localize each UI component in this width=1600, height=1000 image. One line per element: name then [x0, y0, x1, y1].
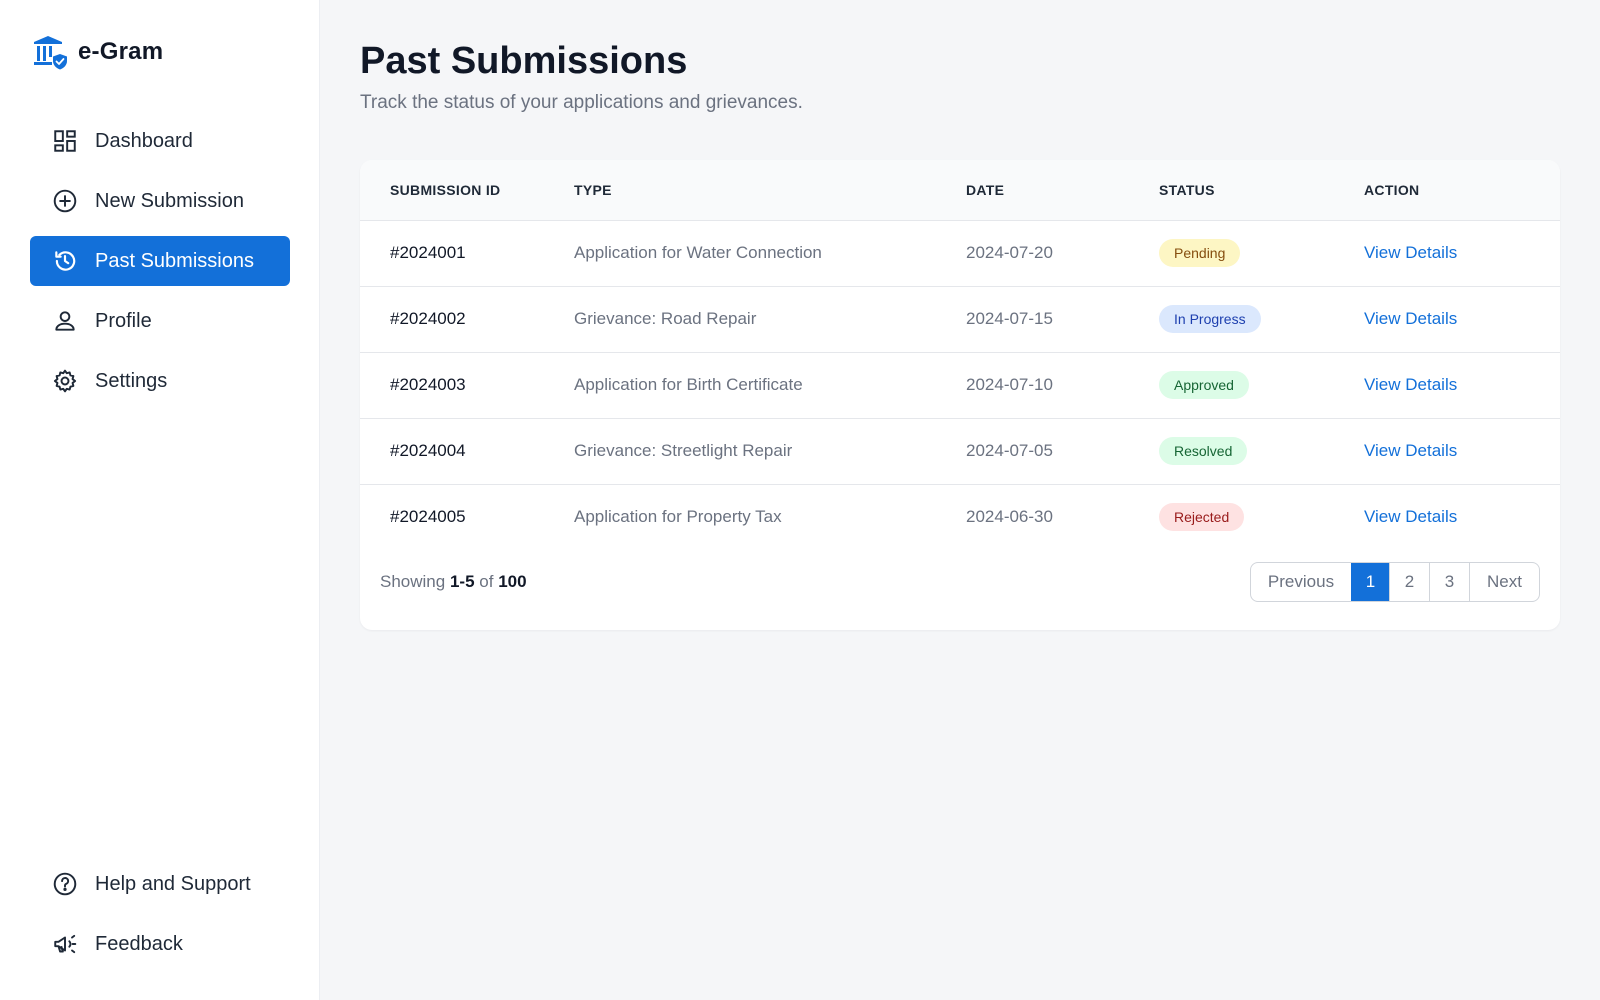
showing-total: 100: [498, 572, 527, 591]
brand[interactable]: e-Gram: [32, 34, 163, 70]
submission-date: 2024-07-20: [966, 243, 1053, 262]
view-details-link[interactable]: View Details: [1364, 441, 1457, 460]
help-circle-icon: [52, 871, 78, 897]
column-header-date: DATE: [966, 181, 1005, 198]
sidebar-item-label: Settings: [95, 369, 168, 392]
dashboard-icon: [52, 128, 78, 154]
submissions-card: SUBMISSION ID TYPE DATE STATUS ACTION #2…: [360, 160, 1560, 630]
status-cell: Pending: [1159, 220, 1364, 286]
sidebar-item-label: Feedback: [95, 932, 183, 955]
pagination: Previous 1 2 3 Next: [1250, 562, 1540, 602]
main-content: Past Submissions Track the status of you…: [320, 0, 1600, 1000]
table-row: #2024003 Application for Birth Certifica…: [360, 352, 1560, 418]
submission-date: 2024-07-05: [966, 441, 1053, 460]
column-header-action: ACTION: [1364, 181, 1420, 198]
sidebar-item-label: Profile: [95, 309, 152, 332]
sidebar-item-label: Help and Support: [95, 872, 251, 895]
brand-name: e-Gram: [78, 38, 164, 65]
sidebar-item-label: Past Submissions: [95, 249, 254, 272]
submission-id: #2024004: [390, 441, 466, 460]
action-cell: View Details: [1364, 220, 1560, 286]
status-cell: Approved: [1159, 352, 1364, 418]
submission-type: Grievance: Road Repair: [574, 309, 757, 328]
view-details-link[interactable]: View Details: [1364, 375, 1457, 394]
gear-icon: [52, 368, 78, 394]
submission-type: Grievance: Streetlight Repair: [574, 441, 793, 460]
history-icon: [52, 248, 78, 274]
view-details-link[interactable]: View Details: [1364, 507, 1457, 526]
submission-id: #2024001: [390, 243, 466, 262]
submission-date: 2024-07-10: [966, 375, 1053, 394]
status-badge: In Progress: [1159, 305, 1261, 333]
megaphone-icon: [52, 931, 78, 957]
table-row: #2024004 Grievance: Streetlight Repair 2…: [360, 418, 1560, 484]
column-header-type: TYPE: [574, 181, 612, 198]
pagination-summary: Showing 1-5 of 100: [380, 572, 527, 592]
sidebar-item-label: New Submission: [95, 189, 244, 212]
sidebar-item-new-submission[interactable]: New Submission: [30, 176, 290, 226]
sidebar-item-profile[interactable]: Profile: [30, 296, 290, 346]
page-button-2[interactable]: 2: [1389, 563, 1429, 601]
submission-type: Application for Water Connection: [574, 243, 822, 262]
sidebar-item-past-submissions[interactable]: Past Submissions: [30, 236, 290, 286]
next-page-button[interactable]: Next: [1469, 563, 1539, 601]
action-cell: View Details: [1364, 484, 1560, 550]
view-details-link[interactable]: View Details: [1364, 243, 1457, 262]
status-cell: Rejected: [1159, 484, 1364, 550]
sidebar-item-settings[interactable]: Settings: [30, 356, 290, 406]
showing-prefix: Showing: [380, 572, 446, 591]
submission-type: Application for Birth Certificate: [574, 375, 803, 394]
table-row: #2024005 Application for Property Tax 20…: [360, 484, 1560, 550]
sidebar-item-feedback[interactable]: Feedback: [30, 919, 290, 969]
table-row: #2024001 Application for Water Connectio…: [360, 220, 1560, 286]
page-title: Past Submissions: [360, 40, 688, 82]
sidebar-item-dashboard[interactable]: Dashboard: [30, 116, 290, 166]
table-header-row: SUBMISSION ID TYPE DATE STATUS ACTION: [360, 160, 1560, 220]
submission-id: #2024005: [390, 507, 466, 527]
submission-id: #2024002: [390, 309, 466, 328]
government-building-shield-icon: [34, 36, 67, 70]
status-cell: Resolved: [1159, 418, 1364, 484]
status-badge: Approved: [1159, 371, 1249, 399]
sidebar-nav: Dashboard New Submission Past Submission…: [30, 116, 290, 416]
showing-range: 1-5: [449, 572, 475, 591]
status-badge: Pending: [1159, 239, 1241, 267]
submission-id: #2024003: [390, 375, 466, 394]
status-cell: In Progress: [1159, 286, 1364, 352]
previous-page-button[interactable]: Previous: [1251, 563, 1351, 601]
sidebar: e-Gram Dashboard New Submission Past Sub…: [0, 0, 320, 1000]
showing-of: of: [479, 572, 494, 591]
sidebar-bottom-nav: Help and Support Feedback: [30, 859, 290, 979]
action-cell: View Details: [1364, 418, 1560, 484]
sidebar-item-help-and-support[interactable]: Help and Support: [30, 859, 290, 909]
page-button-3[interactable]: 3: [1429, 563, 1469, 601]
submission-date: 2024-06-30: [966, 507, 1053, 527]
status-badge: Rejected: [1159, 503, 1245, 532]
table-footer: Showing 1-5 of 100 Previous 1 2 3 Next: [360, 552, 1560, 612]
page-button-1[interactable]: 1: [1351, 563, 1389, 601]
plus-circle-icon: [52, 188, 78, 214]
submission-type: Application for Property Tax: [574, 507, 782, 527]
column-header-status: STATUS: [1159, 181, 1215, 198]
submissions-table: SUBMISSION ID TYPE DATE STATUS ACTION #2…: [360, 160, 1560, 550]
column-header-submission-id: SUBMISSION ID: [390, 181, 501, 198]
user-icon: [52, 308, 78, 334]
table-row: #2024002 Grievance: Road Repair 2024-07-…: [360, 286, 1560, 352]
action-cell: View Details: [1364, 352, 1560, 418]
action-cell: View Details: [1364, 286, 1560, 352]
view-details-link[interactable]: View Details: [1364, 309, 1457, 328]
page-subtitle: Track the status of your applications an…: [360, 92, 803, 113]
submission-date: 2024-07-15: [966, 309, 1053, 328]
status-badge: Resolved: [1159, 437, 1248, 465]
sidebar-item-label: Dashboard: [95, 129, 193, 152]
